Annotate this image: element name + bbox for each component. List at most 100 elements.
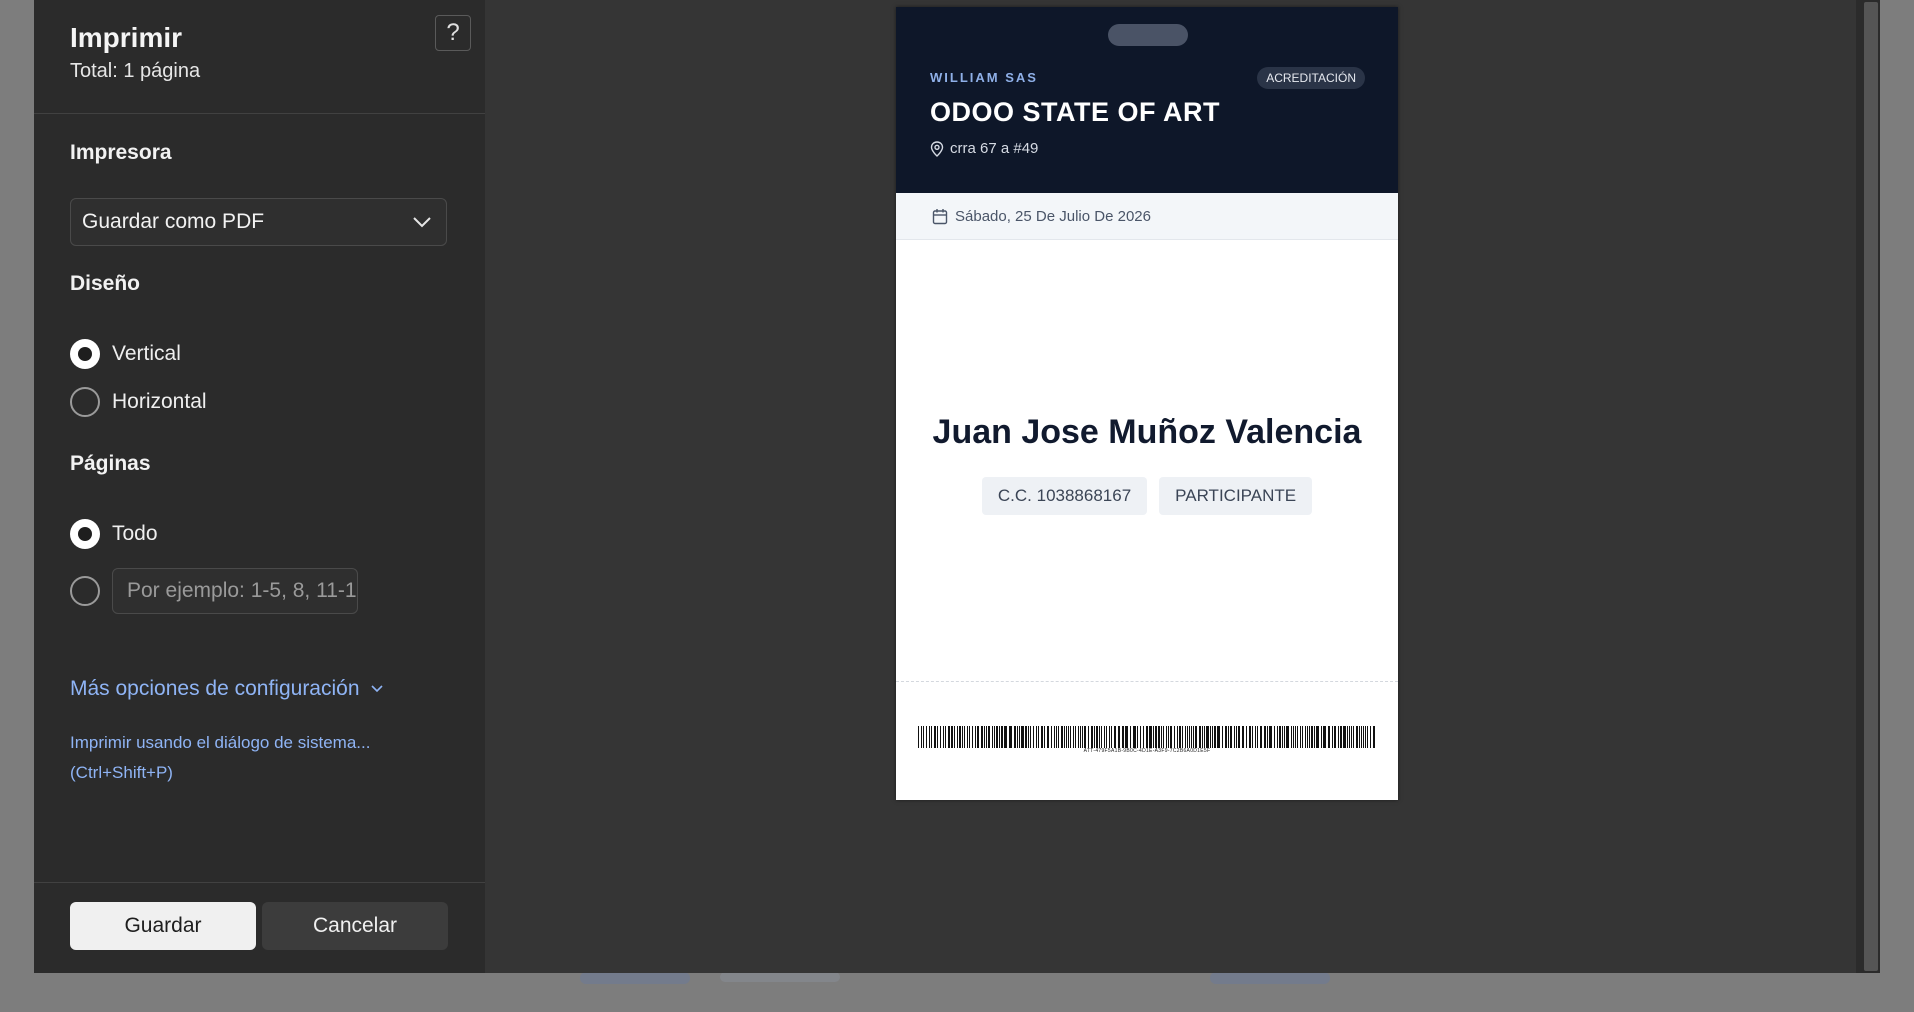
id-number-chip: C.C. 1038868167 [981, 477, 1148, 515]
barcode-bar [975, 726, 976, 748]
barcode-bar [1058, 726, 1059, 748]
map-pin-icon [930, 140, 944, 157]
barcode-bar [1217, 726, 1220, 748]
radio-horizontal[interactable] [70, 387, 100, 417]
barcode-bar [1099, 726, 1100, 748]
barcode-bar [999, 726, 1000, 748]
barcode-bar [957, 726, 958, 748]
accreditation-badge: ACREDITACIÓN [1257, 67, 1365, 89]
barcode-bar [1182, 726, 1183, 748]
barcode-bar [1228, 726, 1229, 748]
barcode-bar [1187, 726, 1188, 748]
barcode-bar [1104, 726, 1105, 748]
barcode-bar [1370, 726, 1371, 748]
barcode-bar [1238, 726, 1240, 748]
pages-range-input[interactable] [112, 568, 358, 614]
preview-page: WILLIAM SAS ACREDITACIÓN ODOO STATE OF A… [896, 7, 1398, 800]
barcode-bar [1166, 726, 1167, 748]
barcode-bar [1170, 726, 1172, 748]
barcode-bar [1255, 726, 1256, 748]
barcode-bar [1367, 726, 1368, 748]
barcode-bar [969, 726, 970, 748]
barcode-bar [1257, 726, 1258, 748]
pages-custom-option[interactable] [70, 568, 358, 614]
barcode-bar [1177, 726, 1178, 748]
preview-scrollbar[interactable] [1856, 0, 1880, 973]
barcode-bar [1082, 726, 1083, 748]
barcode-bar [1267, 726, 1268, 748]
attendee-name: Juan Jose Muñoz Valencia [932, 413, 1362, 451]
barcode-bar [1295, 726, 1296, 748]
barcode-bar [981, 726, 983, 748]
barcode-bar [984, 726, 985, 748]
barcode-bar [1133, 726, 1136, 748]
barcode-bar [918, 726, 919, 748]
help-button[interactable]: ? [435, 15, 471, 51]
calendar-icon [932, 208, 948, 224]
barcode-bar [1140, 726, 1141, 748]
barcode-bar [1056, 726, 1057, 748]
radio-vertical[interactable] [70, 339, 100, 369]
barcode-bar [937, 726, 938, 748]
radio-pages-all[interactable] [70, 519, 100, 549]
barcode-bar [1361, 726, 1362, 748]
pages-all-option[interactable]: Todo [70, 518, 158, 550]
barcode-bar [1109, 726, 1110, 748]
barcode-bar [1307, 726, 1308, 748]
barcode-bar [1114, 726, 1116, 748]
save-button[interactable]: Guardar [70, 902, 256, 950]
barcode-text: ATT-479F5A1B-9B0C-4D1E-A3F9-7C2B6A0D1E5F [1083, 748, 1211, 754]
barcode-bar [1163, 726, 1164, 748]
barcode-bar [1300, 726, 1301, 748]
chevron-down-icon [413, 217, 431, 228]
barcode-bar [1073, 726, 1074, 748]
barcode-bar [1210, 726, 1211, 748]
system-dialog-shortcut: (Ctrl+Shift+P) [70, 763, 173, 782]
barcode-bar [1347, 726, 1348, 748]
print-settings-panel: Imprimir Total: 1 página ? Impresora Gua… [34, 0, 485, 973]
system-dialog-link[interactable]: Imprimir usando el diálogo de sistema...… [70, 728, 370, 788]
barcode-bar [962, 726, 963, 748]
barcode-bar [1017, 726, 1018, 748]
barcode-bar [954, 726, 955, 748]
barcode-bar [1356, 726, 1358, 748]
printer-select-value: Guardar como PDF [82, 210, 265, 233]
barcode-bar [1309, 726, 1310, 748]
backdrop-element [580, 972, 690, 984]
barcode-bar [1353, 726, 1354, 748]
barcode-bar [1064, 726, 1065, 748]
barcode-bar [1075, 726, 1076, 748]
page-count: Total: 1 página [70, 60, 201, 82]
barcode-bar [1021, 726, 1024, 748]
layout-horizontal-option[interactable]: Horizontal [70, 386, 207, 418]
barcode-bar [1193, 726, 1194, 748]
attendee-details: C.C. 1038868167 PARTICIPANTE [896, 477, 1398, 515]
barcode-bar [1264, 726, 1266, 748]
barcode-bar [1111, 726, 1112, 748]
scroll-thumb[interactable] [1864, 2, 1878, 971]
barcode-bar [1094, 726, 1095, 748]
printer-label: Impresora [70, 141, 172, 164]
barcode-bar [923, 726, 924, 748]
barcode-bar [994, 726, 995, 748]
cancel-button[interactable]: Cancelar [262, 902, 448, 950]
printer-select[interactable]: Guardar como PDF [70, 198, 447, 246]
more-options-link[interactable]: Más opciones de configuración [70, 677, 384, 701]
barcode-bar [1028, 726, 1029, 748]
barcode-bar [1279, 726, 1281, 748]
barcode-bar [1061, 726, 1063, 748]
barcode-bar [926, 726, 927, 748]
barcode-bar [1174, 726, 1175, 748]
barcode-bar [1302, 726, 1303, 748]
barcode-bar [1311, 726, 1313, 748]
barcode-bar [1068, 726, 1069, 748]
barcode-bar [1125, 726, 1128, 748]
barcode-bar [1189, 726, 1190, 748]
barcode-bar [1323, 726, 1326, 748]
radio-pages-custom[interactable] [70, 576, 100, 606]
lanyard-slot [1108, 24, 1188, 46]
barcode-bar [1349, 726, 1350, 748]
barcode-bar [1096, 726, 1098, 748]
layout-vertical-label: Vertical [112, 342, 181, 365]
layout-vertical-option[interactable]: Vertical [70, 338, 181, 370]
